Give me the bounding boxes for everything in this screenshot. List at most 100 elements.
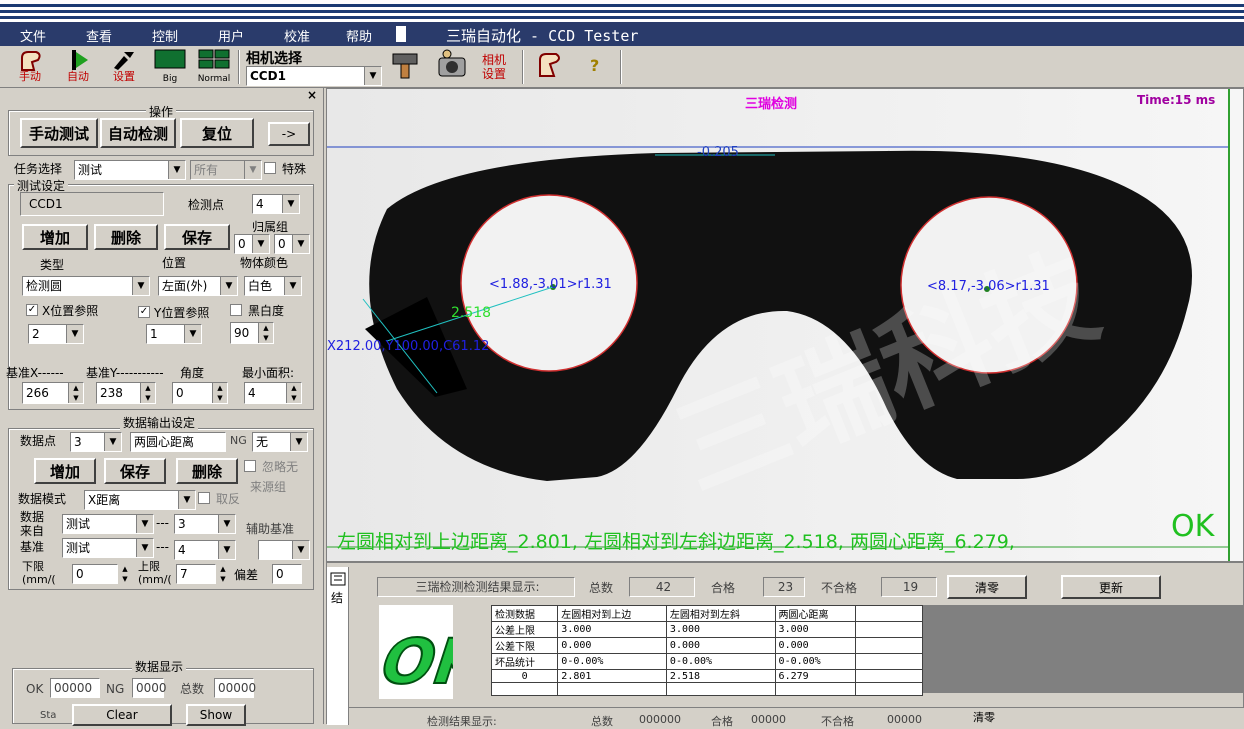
type-select[interactable]: 检测圆 ▼ [22,276,150,296]
group-select-a[interactable]: 0 ▼ [234,234,270,254]
camera-settings-button[interactable]: 相机 设置 [478,48,518,86]
image-header: 三瑞检测 [745,97,798,112]
chevron-down-icon: ▼ [168,161,185,179]
menu-control[interactable]: 控制 [152,26,178,45]
camera-capture-button[interactable] [386,48,426,86]
save-button[interactable]: 保存 [164,224,230,250]
total-count-field: 00000 [214,678,256,698]
about-button[interactable]: ? [578,48,618,86]
data-name-field[interactable]: 两圆心距离 [130,432,226,452]
data-point-label: 数据点 [20,434,57,448]
aux-base-select[interactable]: ▼ [258,540,310,560]
ng-select[interactable]: 无 ▼ [252,432,308,452]
angle-spinner[interactable]: 0 ▲ ▼ [172,382,228,404]
results-panel: 结 三瑞检测检测结果显示: 总数 42 合格 23 不合格 19 清零 更新 O… [326,562,1244,728]
upper-field[interactable]: 7 [176,564,216,584]
settings-button[interactable]: 设置 [104,48,144,86]
points-select[interactable]: 4 ▼ [252,194,300,214]
table-header: 左圆相对到上边 [557,605,667,622]
camera-name-field: CCD1 [20,192,164,216]
menu-file[interactable]: 文件 [20,26,46,45]
upper-label: 上限 (mm/( [138,560,172,586]
output-add-button[interactable]: 增加 [34,458,96,484]
y-ref-checkbox[interactable]: ✓ [138,306,150,318]
data-display-title: 数据显示 [132,658,187,675]
menu-view[interactable]: 查看 [86,26,112,45]
invert-checkbox[interactable] [198,492,210,504]
x-ref-label: X位置参照 [42,304,99,318]
results-pass: 23 [763,577,805,597]
show-button[interactable]: Show [186,704,246,726]
reset-button[interactable]: 复位 [180,118,254,148]
arrow-button[interactable]: -> [268,122,310,146]
auto-button[interactable]: 自动 [58,48,98,86]
big-view-button[interactable]: Big [150,48,190,86]
update-button[interactable]: 更新 [1061,575,1161,599]
spinner-arrows-icon: ▲ ▼ [258,323,273,343]
menu-calibrate[interactable]: 校准 [284,26,310,45]
chevron-down-icon: ▼ [218,541,235,559]
output-delete-button[interactable]: 删除 [176,458,238,484]
camera-select[interactable]: CCD1 ▼ [246,66,382,86]
close-icon[interactable]: × [307,88,317,102]
menu-user[interactable]: 用户 [218,26,244,45]
source-data-select[interactable]: 测试 ▼ [62,514,154,534]
source-data-num-select[interactable]: 3 ▼ [174,514,236,534]
min-area-label: 最小面积: [242,366,295,380]
results-tab[interactable]: 结 [327,567,349,725]
clear-button[interactable]: Clear [72,704,172,726]
camera-settings-icon-button[interactable] [432,48,472,86]
chevron-down-icon: ▼ [290,433,307,451]
special-checkbox[interactable] [264,162,276,174]
bw-spinner[interactable]: 90 ▲ ▼ [230,322,274,344]
offset-field[interactable]: 0 [272,564,302,584]
all-select[interactable]: 所有 ▼ [190,160,262,180]
results-clear-button[interactable]: 清零 [947,575,1027,599]
lower-field[interactable]: 0 [72,564,118,584]
help-pointer-button[interactable] [530,48,570,86]
auto-detect-button[interactable]: 自动检测 [100,118,176,148]
spinner-arrows-icon[interactable]: ▲ ▼ [118,564,132,584]
x-ref-select[interactable]: 2 ▼ [28,324,84,344]
chevron-down-icon: ▼ [178,491,195,509]
spinner-arrows-icon: ▲ ▼ [286,383,301,403]
data-point-select[interactable]: 3 ▼ [70,432,122,452]
bw-checkbox[interactable] [230,304,242,316]
spinner-arrows-icon[interactable]: ▲ ▼ [216,564,230,584]
menu-help[interactable]: 帮助 [346,26,372,45]
color-select[interactable]: 白色 ▼ [244,276,302,296]
task-select[interactable]: 测试 ▼ [74,160,186,180]
position-select[interactable]: 左面(外) ▼ [158,276,238,296]
ok-image: OK [370,605,498,700]
aux-base-label: 辅助基准 [246,522,295,536]
source-data-label: 数据 来自 [20,510,45,538]
normal-view-button[interactable]: Normal [194,48,234,86]
camera-hand-icon [392,53,418,79]
base-y-spinner[interactable]: 238 ▲ ▼ [96,382,156,404]
ng-count-label: NG [106,682,125,696]
min-area-spinner[interactable]: 4 ▲ ▼ [244,382,302,404]
y-ref-select[interactable]: 1 ▼ [146,324,202,344]
normal-view-icon [198,49,230,69]
output-save-button[interactable]: 保存 [104,458,166,484]
delete-button[interactable]: 删除 [94,224,158,250]
chevron-down-icon: ▼ [282,195,299,213]
ok-count-label: OK [26,682,44,696]
base-y-label: 基准Y----------- [86,366,164,380]
base-select[interactable]: 测试 ▼ [62,538,154,558]
table-header: 两圆心距离 [774,605,857,622]
manual-button[interactable]: 手动 [10,48,50,86]
x-ref-checkbox[interactable]: ✓ [26,304,38,316]
chevron-down-icon: ▼ [284,277,301,295]
group-select-b[interactable]: 0 ▼ [274,234,310,254]
data-mode-select[interactable]: X距离 ▼ [84,490,196,510]
ignore-checkbox[interactable] [244,460,256,472]
base-num-select[interactable]: 4 ▼ [174,540,236,560]
second-clear-button[interactable]: 清零 [973,709,995,725]
add-button[interactable]: 增加 [22,224,88,250]
camera-icon [438,49,466,77]
base-x-spinner[interactable]: 266 ▲ ▼ [22,382,84,404]
manual-test-button[interactable]: 手动测试 [20,118,98,148]
camera-image-panel[interactable]: 三瑞科技 三瑞检测 Time:15 ms -0.205 <1.88,-3.01>… [326,88,1244,562]
app-title: 三瑞自动化 - CCD Tester [446,27,639,45]
